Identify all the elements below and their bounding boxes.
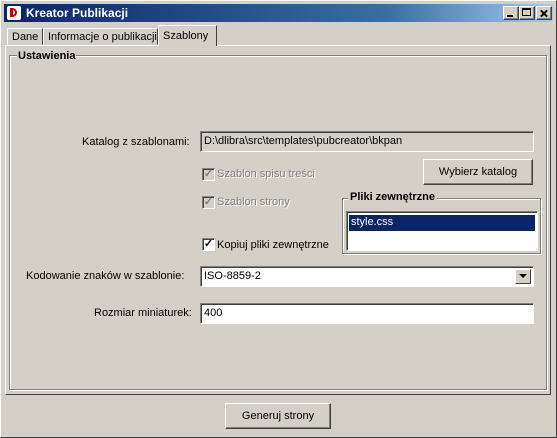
tab-informacje[interactable]: Informacje o publikacji — [43, 28, 158, 45]
close-button[interactable] — [536, 6, 552, 20]
toc-template-checkbox[interactable]: ✓ — [202, 168, 215, 181]
encoding-combo[interactable]: ISO-8859-2 — [200, 266, 534, 287]
page-template-label: Szablon strony — [217, 196, 290, 208]
generate-button[interactable]: Generuj strony — [225, 403, 331, 429]
window-title: Kreator Publikacji — [26, 6, 129, 20]
thumb-size-label: Rozmiar miniaturek: — [94, 307, 192, 319]
thumb-size-field[interactable]: 400 — [200, 303, 534, 324]
page-template-checkbox[interactable]: ✓ — [202, 196, 215, 209]
chevron-down-icon[interactable] — [515, 269, 531, 284]
settings-group-title: Ustawienia — [17, 50, 77, 62]
tab-dane[interactable]: Dane — [7, 28, 43, 45]
list-item[interactable]: style.css — [349, 215, 535, 231]
maximize-button[interactable] — [519, 6, 535, 20]
external-files-list[interactable]: style.css — [346, 211, 538, 251]
app-logo-icon[interactable] — [7, 6, 21, 20]
tab-szablony[interactable]: Szablony — [158, 25, 217, 46]
copy-external-checkbox[interactable]: ✓ — [202, 238, 215, 251]
template-dir-label: Katalog z szablonami: — [82, 136, 190, 148]
toc-template-label: Szablon spisu treści — [217, 168, 315, 180]
main-window: Kreator Publikacji Dane Informacje o pub… — [0, 0, 557, 438]
copy-external-label: Kopiuj pliki zewnętrzne — [217, 239, 329, 251]
minimize-button[interactable] — [503, 6, 519, 20]
encoding-label: Kodowanie znaków w szablonie: — [26, 270, 185, 282]
title-bar[interactable]: Kreator Publikacji — [4, 4, 553, 22]
external-files-title: Pliki zewnętrzne — [348, 191, 437, 203]
choose-dir-button[interactable]: Wybierz katalog — [423, 159, 533, 185]
template-dir-field[interactable]: D:\dlibra\src\templates\pubcreator\bkpan — [200, 131, 534, 152]
encoding-value: ISO-8859-2 — [204, 270, 261, 282]
